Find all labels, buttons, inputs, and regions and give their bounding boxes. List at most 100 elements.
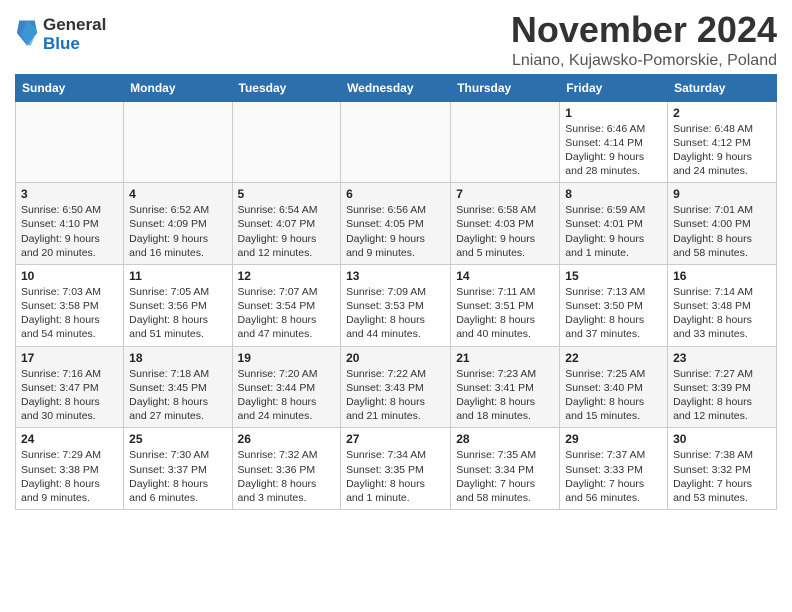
calendar-body: 1 Sunrise: 6:46 AM Sunset: 4:14 PM Daylig…	[16, 101, 777, 509]
day-detail: Sunrise: 7:11 AM Sunset: 3:51 PM Dayligh…	[456, 285, 554, 342]
calendar-cell: 13 Sunrise: 7:09 AM Sunset: 3:53 PM Dayli…	[341, 264, 451, 346]
calendar-week-row: 3 Sunrise: 6:50 AM Sunset: 4:10 PM Daylig…	[16, 183, 777, 265]
calendar-header-wednesday: Wednesday	[341, 74, 451, 101]
day-number: 22	[565, 351, 662, 365]
day-detail: Sunrise: 7:38 AM Sunset: 3:32 PM Dayligh…	[673, 448, 771, 505]
calendar-cell	[341, 101, 451, 183]
day-number: 9	[673, 187, 771, 201]
day-detail: Sunrise: 7:20 AM Sunset: 3:44 PM Dayligh…	[238, 367, 336, 424]
day-detail: Sunrise: 7:27 AM Sunset: 3:39 PM Dayligh…	[673, 367, 771, 424]
calendar-cell: 25 Sunrise: 7:30 AM Sunset: 3:37 PM Dayli…	[124, 428, 232, 510]
logo-blue-label: Blue	[43, 35, 106, 54]
day-number: 15	[565, 269, 662, 283]
location-title: Lniano, Kujawsko-Pomorskie, Poland	[511, 52, 777, 70]
calendar-cell	[124, 101, 232, 183]
calendar-header-friday: Friday	[560, 74, 668, 101]
day-detail: Sunrise: 7:34 AM Sunset: 3:35 PM Dayligh…	[346, 448, 445, 505]
day-detail: Sunrise: 7:29 AM Sunset: 3:38 PM Dayligh…	[21, 448, 118, 505]
day-number: 29	[565, 432, 662, 446]
day-number: 27	[346, 432, 445, 446]
logo: General Blue	[15, 16, 106, 53]
calendar-cell: 12Sunrise: 7:07 AM Sunset: 3:54 PM Dayli…	[232, 264, 341, 346]
day-number: 1	[565, 106, 662, 120]
calendar-cell: 23 Sunrise: 7:27 AM Sunset: 3:39 PM Dayli…	[668, 346, 777, 428]
day-number: 2	[673, 106, 771, 120]
calendar-cell: 29 Sunrise: 7:37 AM Sunset: 3:33 PM Dayli…	[560, 428, 668, 510]
calendar-cell: 24 Sunrise: 7:29 AM Sunset: 3:38 PM Dayli…	[16, 428, 124, 510]
calendar-header-tuesday: Tuesday	[232, 74, 341, 101]
header: General Blue November 2024 Lniano, Kujaw…	[15, 10, 777, 70]
calendar-week-row: 1 Sunrise: 6:46 AM Sunset: 4:14 PM Daylig…	[16, 101, 777, 183]
calendar-cell: 10 Sunrise: 7:03 AM Sunset: 3:58 PM Dayli…	[16, 264, 124, 346]
day-number: 7	[456, 187, 554, 201]
day-number: 5	[238, 187, 336, 201]
calendar-cell: 5Sunrise: 6:54 AM Sunset: 4:07 PM Daylig…	[232, 183, 341, 265]
day-detail: Sunrise: 7:16 AM Sunset: 3:47 PM Dayligh…	[21, 367, 118, 424]
day-number: 11	[129, 269, 226, 283]
calendar-week-row: 10 Sunrise: 7:03 AM Sunset: 3:58 PM Dayli…	[16, 264, 777, 346]
calendar-week-row: 24 Sunrise: 7:29 AM Sunset: 3:38 PM Dayli…	[16, 428, 777, 510]
day-number: 4	[129, 187, 226, 201]
calendar-cell: 18Sunrise: 7:18 AM Sunset: 3:45 PM Dayli…	[124, 346, 232, 428]
calendar-cell: 11 Sunrise: 7:05 AM Sunset: 3:56 PM Dayli…	[124, 264, 232, 346]
day-number: 26	[238, 432, 336, 446]
logo-text: General Blue	[43, 16, 106, 53]
calendar-cell	[451, 101, 560, 183]
calendar-table: SundayMondayTuesdayWednesdayThursdayFrid…	[15, 74, 777, 510]
calendar-cell: 1 Sunrise: 6:46 AM Sunset: 4:14 PM Daylig…	[560, 101, 668, 183]
day-detail: Sunrise: 7:09 AM Sunset: 3:53 PM Dayligh…	[346, 285, 445, 342]
calendar-header-row: SundayMondayTuesdayWednesdayThursdayFrid…	[16, 74, 777, 101]
day-detail: Sunrise: 7:32 AM Sunset: 3:36 PM Dayligh…	[238, 448, 336, 505]
day-number: 14	[456, 269, 554, 283]
day-detail: Sunrise: 7:37 AM Sunset: 3:33 PM Dayligh…	[565, 448, 662, 505]
day-number: 6	[346, 187, 445, 201]
day-detail: Sunrise: 7:30 AM Sunset: 3:37 PM Dayligh…	[129, 448, 226, 505]
calendar-cell: 8 Sunrise: 6:59 AM Sunset: 4:01 PM Daylig…	[560, 183, 668, 265]
day-number: 13	[346, 269, 445, 283]
day-number: 30	[673, 432, 771, 446]
day-detail: Sunrise: 6:58 AM Sunset: 4:03 PM Dayligh…	[456, 203, 554, 260]
day-number: 16	[673, 269, 771, 283]
day-number: 8	[565, 187, 662, 201]
day-number: 23	[673, 351, 771, 365]
calendar-cell: 3 Sunrise: 6:50 AM Sunset: 4:10 PM Daylig…	[16, 183, 124, 265]
calendar-cell: 26 Sunrise: 7:32 AM Sunset: 3:36 PM Dayli…	[232, 428, 341, 510]
day-detail: Sunrise: 7:18 AM Sunset: 3:45 PM Dayligh…	[129, 367, 226, 424]
day-number: 21	[456, 351, 554, 365]
day-number: 24	[21, 432, 118, 446]
day-detail: Sunrise: 7:35 AM Sunset: 3:34 PM Dayligh…	[456, 448, 554, 505]
calendar-cell: 15 Sunrise: 7:13 AM Sunset: 3:50 PM Dayli…	[560, 264, 668, 346]
calendar-cell: 17Sunrise: 7:16 AM Sunset: 3:47 PM Dayli…	[16, 346, 124, 428]
day-number: 25	[129, 432, 226, 446]
logo-icon	[15, 19, 39, 47]
day-detail: Sunrise: 6:56 AM Sunset: 4:05 PM Dayligh…	[346, 203, 445, 260]
day-detail: Sunrise: 6:50 AM Sunset: 4:10 PM Dayligh…	[21, 203, 118, 260]
calendar-cell: 28 Sunrise: 7:35 AM Sunset: 3:34 PM Dayli…	[451, 428, 560, 510]
calendar-cell	[16, 101, 124, 183]
day-number: 10	[21, 269, 118, 283]
calendar-cell: 7 Sunrise: 6:58 AM Sunset: 4:03 PM Daylig…	[451, 183, 560, 265]
day-detail: Sunrise: 7:03 AM Sunset: 3:58 PM Dayligh…	[21, 285, 118, 342]
day-detail: Sunrise: 6:52 AM Sunset: 4:09 PM Dayligh…	[129, 203, 226, 260]
calendar-cell: 21Sunrise: 7:23 AM Sunset: 3:41 PM Dayli…	[451, 346, 560, 428]
day-detail: Sunrise: 7:01 AM Sunset: 4:00 PM Dayligh…	[673, 203, 771, 260]
day-number: 28	[456, 432, 554, 446]
title-block: November 2024 Lniano, Kujawsko-Pomorskie…	[511, 10, 777, 70]
day-detail: Sunrise: 7:05 AM Sunset: 3:56 PM Dayligh…	[129, 285, 226, 342]
day-detail: Sunrise: 6:46 AM Sunset: 4:14 PM Dayligh…	[565, 122, 662, 179]
day-detail: Sunrise: 7:22 AM Sunset: 3:43 PM Dayligh…	[346, 367, 445, 424]
day-detail: Sunrise: 6:48 AM Sunset: 4:12 PM Dayligh…	[673, 122, 771, 179]
day-detail: Sunrise: 7:13 AM Sunset: 3:50 PM Dayligh…	[565, 285, 662, 342]
calendar-week-row: 17Sunrise: 7:16 AM Sunset: 3:47 PM Dayli…	[16, 346, 777, 428]
calendar-cell: 16 Sunrise: 7:14 AM Sunset: 3:48 PM Dayli…	[668, 264, 777, 346]
calendar-cell: 22Sunrise: 7:25 AM Sunset: 3:40 PM Dayli…	[560, 346, 668, 428]
day-detail: Sunrise: 6:59 AM Sunset: 4:01 PM Dayligh…	[565, 203, 662, 260]
day-number: 19	[238, 351, 336, 365]
day-number: 20	[346, 351, 445, 365]
day-detail: Sunrise: 7:07 AM Sunset: 3:54 PM Dayligh…	[238, 285, 336, 342]
month-title: November 2024	[511, 10, 777, 50]
calendar-cell	[232, 101, 341, 183]
day-detail: Sunrise: 7:14 AM Sunset: 3:48 PM Dayligh…	[673, 285, 771, 342]
calendar-header-sunday: Sunday	[16, 74, 124, 101]
day-number: 3	[21, 187, 118, 201]
